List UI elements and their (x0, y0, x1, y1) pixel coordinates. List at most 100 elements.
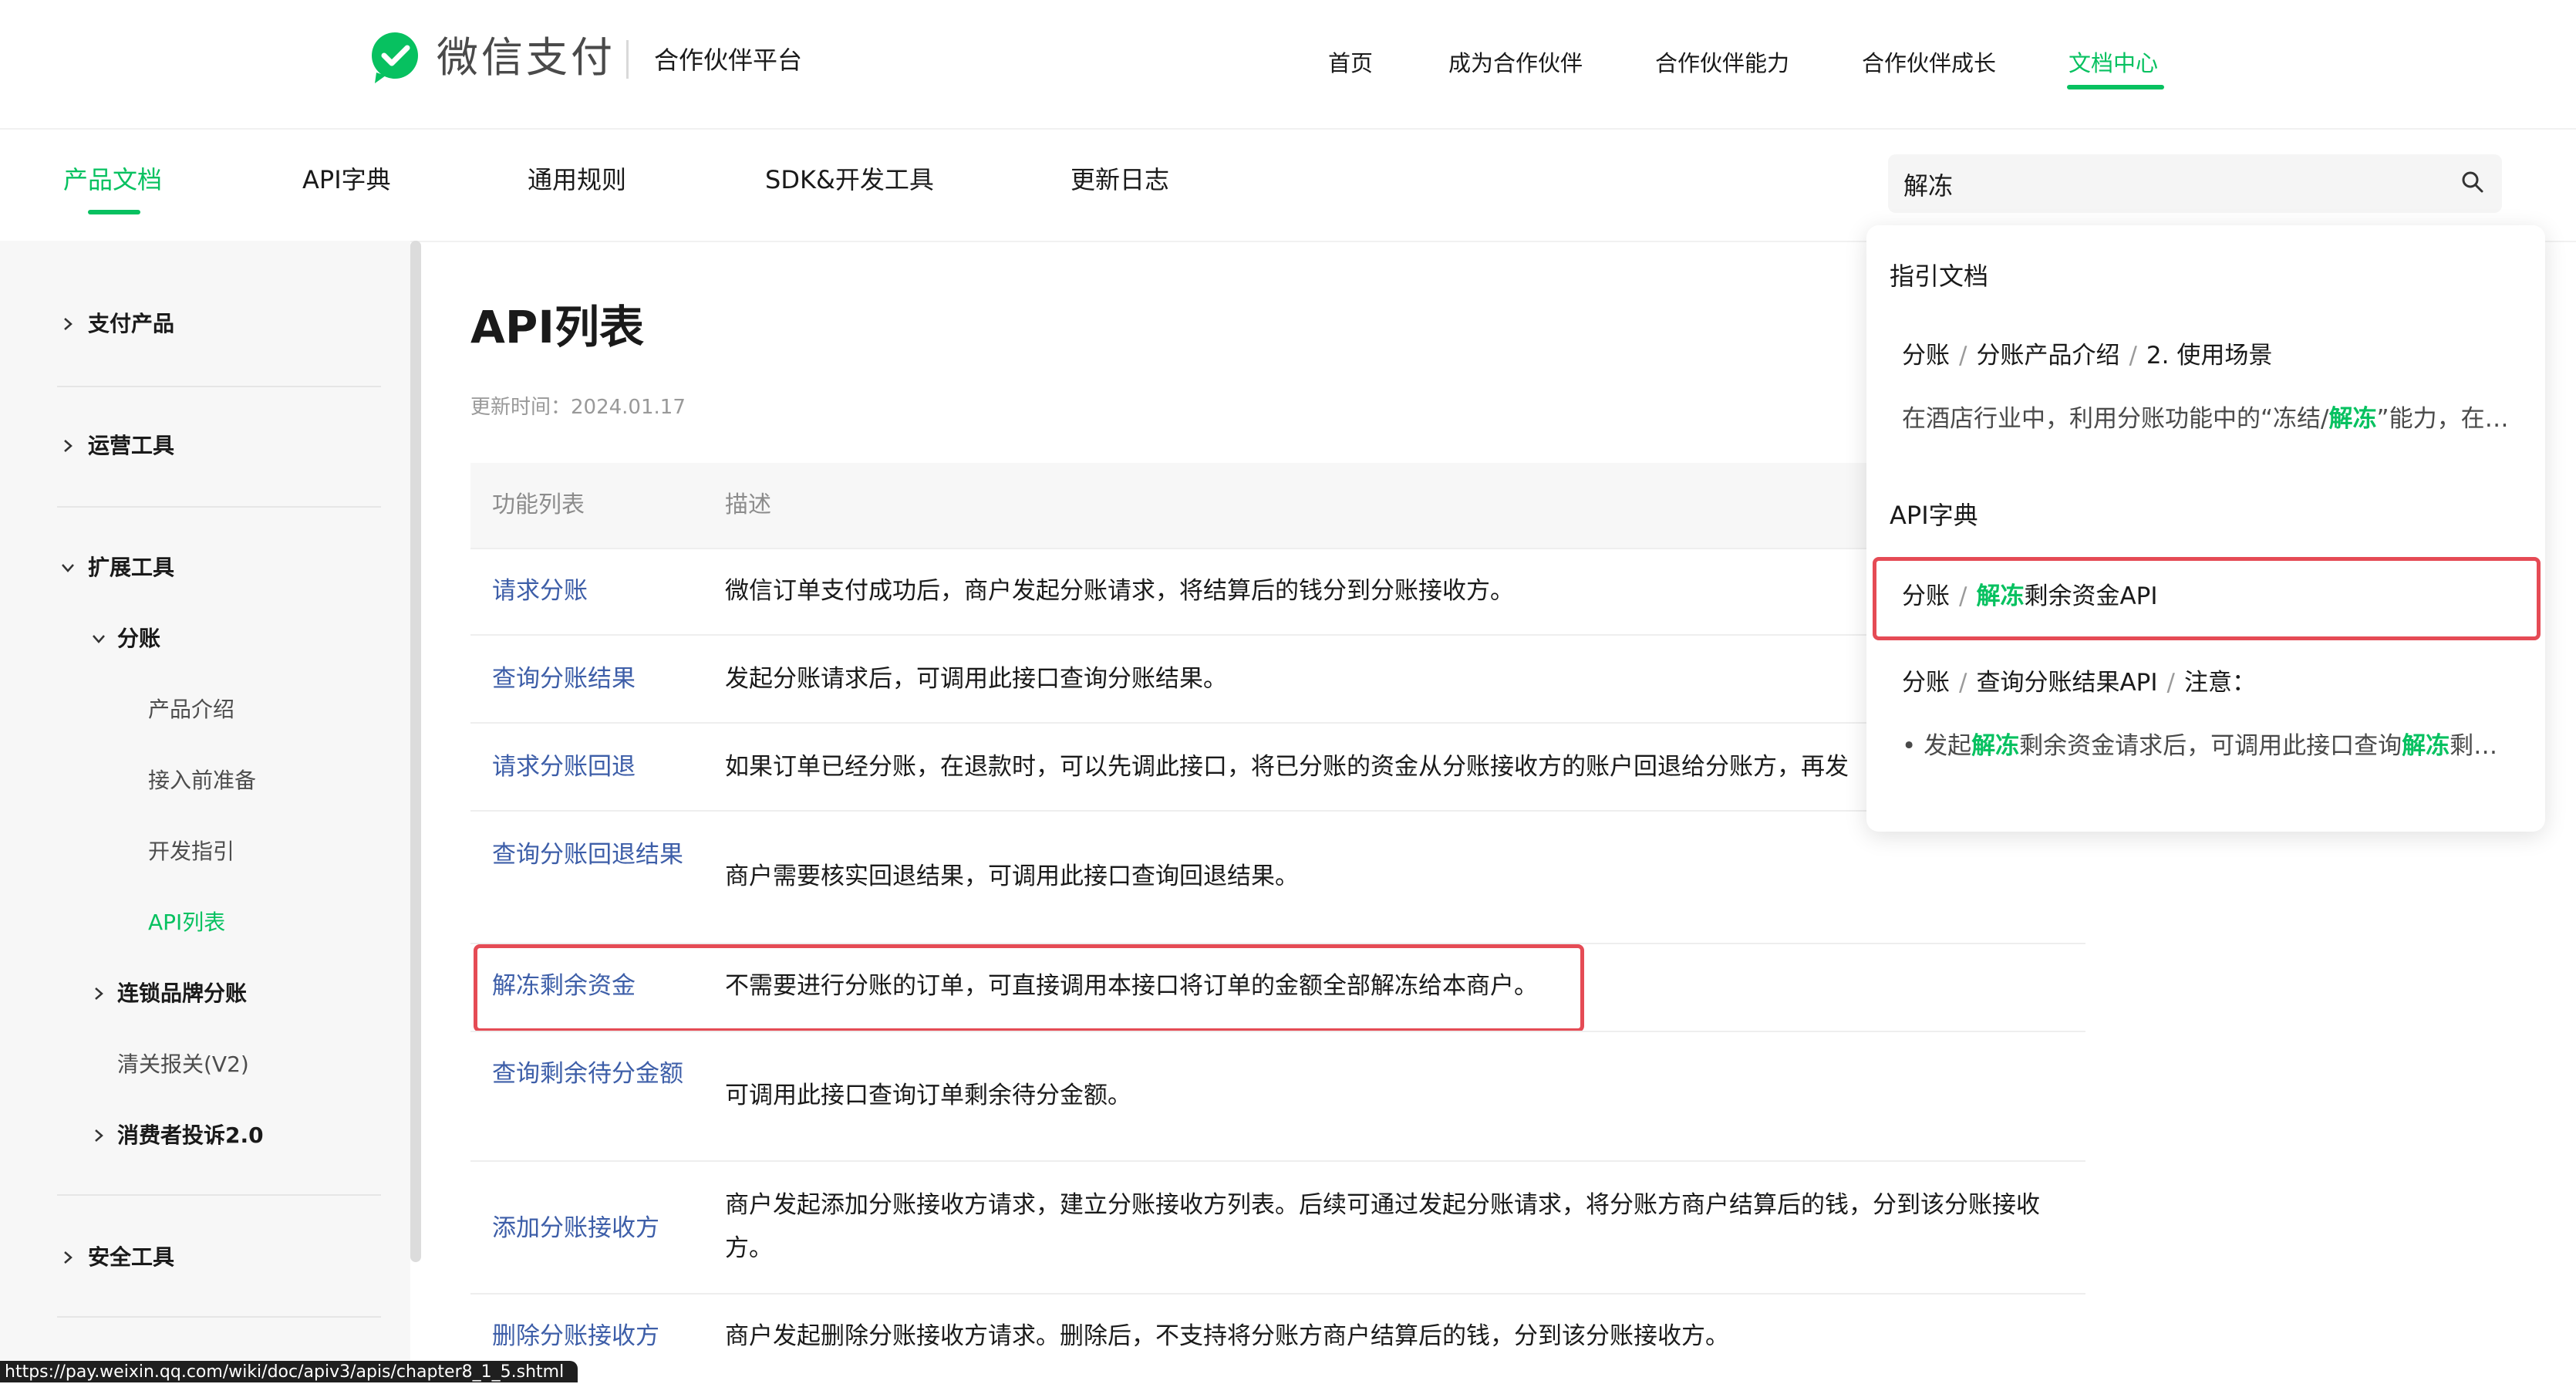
topnav-become-partner[interactable]: 成为合作伙伴 (1448, 46, 1583, 80)
dropdown-snippet-guide[interactable]: 在酒店行业中，利用分账功能中的“冻结/解冻”能力，在客户离店前有 (1902, 401, 2511, 437)
sidebar-divider (57, 386, 381, 387)
item-highlight: 解冻 (1976, 582, 2025, 610)
table-divider (470, 1031, 2085, 1032)
subnav-product-docs[interactable]: 产品文档 (63, 160, 162, 199)
table-row-desc: 可调用此接口查询订单剩余待分金额。 (725, 1082, 1131, 1109)
table-row-name[interactable]: 删除分账接收方 (492, 1315, 685, 1358)
path-part: 分账 (1902, 582, 1950, 610)
table-row-desc: 商户发起添加分账接收方请求，建立分账接收方列表。后续可通过发起分账请求，将分账方… (725, 1191, 2040, 1262)
dropdown-item-unfreeze-api[interactable]: 分账 / 解冻剩余资金API (1902, 579, 2158, 614)
path-part: 分账 (1902, 669, 1950, 697)
table-row-desc: 如果订单已经分账，在退款时，可以先调此接口，将已分账的资金从分账接收方的账户回退… (725, 753, 1849, 781)
sidebar-item-customs[interactable]: 清关报关(V2) (117, 1049, 249, 1080)
sidebar-item-security-tools[interactable]: 安全工具 (88, 1242, 174, 1273)
subnav-active-underline (88, 210, 140, 214)
search-icon[interactable] (2459, 168, 2487, 196)
table-row-name[interactable]: 添加分账接收方 (492, 1207, 685, 1250)
table-divider (470, 548, 2085, 549)
table-row-desc: 发起分账请求后，可调用此接口查询分账结果。 (725, 665, 1227, 693)
path-part: 分账 (1902, 342, 1950, 370)
snippet-text: ”能力，在客户离店前有 (2376, 405, 2511, 433)
search-input[interactable] (1902, 160, 2445, 208)
logo-text[interactable]: 微信支付 (437, 31, 615, 85)
path-part: 查询分账结果API (1976, 669, 2158, 697)
logo-divider (626, 40, 629, 79)
table-row-name[interactable]: 解冻剩余资金 (492, 964, 685, 1008)
topnav-partner-growth[interactable]: 合作伙伴成长 (1862, 46, 1996, 80)
sidebar-divider (57, 1194, 381, 1196)
path-separator: / (2129, 342, 2137, 370)
sidebar-divider (57, 1316, 381, 1318)
sidebar-item-dev-guide[interactable]: 开发指引 (148, 836, 234, 867)
table-row-desc: 不需要进行分账的订单，可直接调用本接口将订单的金额全部解冻给本商户。 (725, 972, 1538, 1000)
sidebar-item-ext-tools[interactable]: 扩展工具 (88, 552, 174, 583)
table-divider (470, 722, 2085, 724)
wechat-pay-logo[interactable] (366, 29, 424, 88)
table-row-name[interactable]: 查询分账结果 (492, 657, 685, 700)
snippet-text: 剩余资金结果 (2450, 732, 2516, 760)
table-row-desc: 商户发起删除分账接收方请求。删除后，不支持将分账方商户结算后的钱，分到该分账接收… (725, 1322, 1729, 1350)
sidebar-divider (57, 506, 381, 508)
topnav-partner-ability[interactable]: 合作伙伴能力 (1655, 46, 1789, 80)
table-row-name[interactable]: 请求分账回退 (492, 745, 685, 788)
topnav-active-underline (2067, 85, 2164, 89)
platform-title[interactable]: 合作伙伴平台 (654, 43, 802, 77)
page-title: API列表 (470, 301, 644, 353)
column-header-function: 功能列表 (492, 491, 585, 518)
table-row-name[interactable]: 请求分账 (492, 569, 685, 613)
table-row-desc: 商户需要核实回退结果，可调用此接口查询回退结果。 (725, 862, 1299, 890)
path-separator: / (1959, 582, 1967, 610)
dropdown-group-title-api: API字典 (1890, 501, 1978, 530)
sidebar-item-chain-brand[interactable]: 连锁品牌分账 (117, 978, 247, 1009)
sidebar-item-prep[interactable]: 接入前准备 (148, 765, 256, 796)
path-part: 分账产品介绍 (1976, 342, 2120, 370)
sidebar-scrollbar[interactable] (410, 241, 421, 1262)
path-part: 2. 使用场景 (2146, 342, 2273, 370)
path-part: 注意： (2183, 669, 2256, 697)
dropdown-item-query-result-api[interactable]: 分账 / 查询分账结果API / 注意： (1902, 665, 2256, 700)
path-separator: / (1959, 669, 1967, 697)
chevron-down-icon[interactable] (60, 560, 76, 576)
subnav-sdk-tools[interactable]: SDK&开发工具 (765, 160, 934, 199)
subnav-api-dictionary[interactable]: API字典 (302, 160, 391, 199)
chevron-right-icon[interactable] (60, 316, 76, 332)
sidebar-item-complaint[interactable]: 消费者投诉2.0 (117, 1120, 264, 1151)
snippet-text: 发起 (1924, 732, 1972, 760)
path-separator: / (2166, 669, 2175, 697)
sidebar-item-api-list[interactable]: API列表 (148, 907, 225, 938)
chevron-right-icon[interactable] (91, 1128, 106, 1143)
chevron-down-icon[interactable] (91, 631, 106, 646)
table-row-name[interactable]: 查询分账回退结果 (492, 833, 685, 876)
sidebar-item-product-intro[interactable]: 产品介绍 (148, 694, 234, 725)
table-divider (470, 634, 2085, 636)
subnav-general-rules[interactable]: 通用规则 (528, 160, 626, 199)
table-divider (470, 1160, 2085, 1162)
subnav-changelog[interactable]: 更新日志 (1071, 160, 1169, 199)
snippet-highlight: 解冻 (2402, 732, 2450, 760)
chevron-right-icon[interactable] (91, 986, 106, 1001)
table-row-desc: 微信订单支付成功后，商户发起分账请求，将结算后的钱分到分账接收方。 (725, 577, 1514, 605)
chevron-right-icon[interactable] (60, 438, 76, 454)
sidebar (0, 241, 410, 1382)
table-divider (470, 1293, 2085, 1295)
update-time: 更新时间：2024.01.17 (470, 396, 686, 419)
path-part: 剩余资金API (2024, 582, 2158, 610)
table-row-name[interactable]: 查询剩余待分金额 (492, 1052, 685, 1095)
sidebar-item-profit-sharing[interactable]: 分账 (117, 623, 160, 654)
path-separator: / (1959, 342, 1967, 370)
status-bar-url: https://pay.weixin.qq.com/wiki/doc/apiv3… (0, 1361, 578, 1382)
bullet: • (1902, 732, 1917, 760)
snippet-highlight: 解冻 (2328, 405, 2377, 433)
dropdown-group-title-guides: 指引文档 (1890, 262, 1989, 291)
topnav-doc-center[interactable]: 文档中心 (2069, 46, 2158, 80)
column-header-description: 描述 (725, 491, 771, 518)
sidebar-item-pay-products[interactable]: 支付产品 (88, 309, 174, 339)
dropdown-snippet-api[interactable]: • 发起解冻剩余资金请求后，可调用此接口查询解冻剩余资金结果 (1902, 728, 2516, 764)
chevron-right-icon[interactable] (60, 1250, 76, 1265)
snippet-text: 剩余资金请求后，可调用此接口查询 (2019, 732, 2402, 760)
snippet-text: 在酒店行业中，利用分账功能中的“冻结/ (1902, 405, 2329, 433)
snippet-highlight: 解冻 (1971, 732, 2020, 760)
topnav-home[interactable]: 首页 (1328, 46, 1373, 80)
dropdown-item-guide-path[interactable]: 分账 / 分账产品介绍 / 2. 使用场景 (1902, 338, 2272, 373)
sidebar-item-ops-tools[interactable]: 运营工具 (88, 430, 174, 461)
